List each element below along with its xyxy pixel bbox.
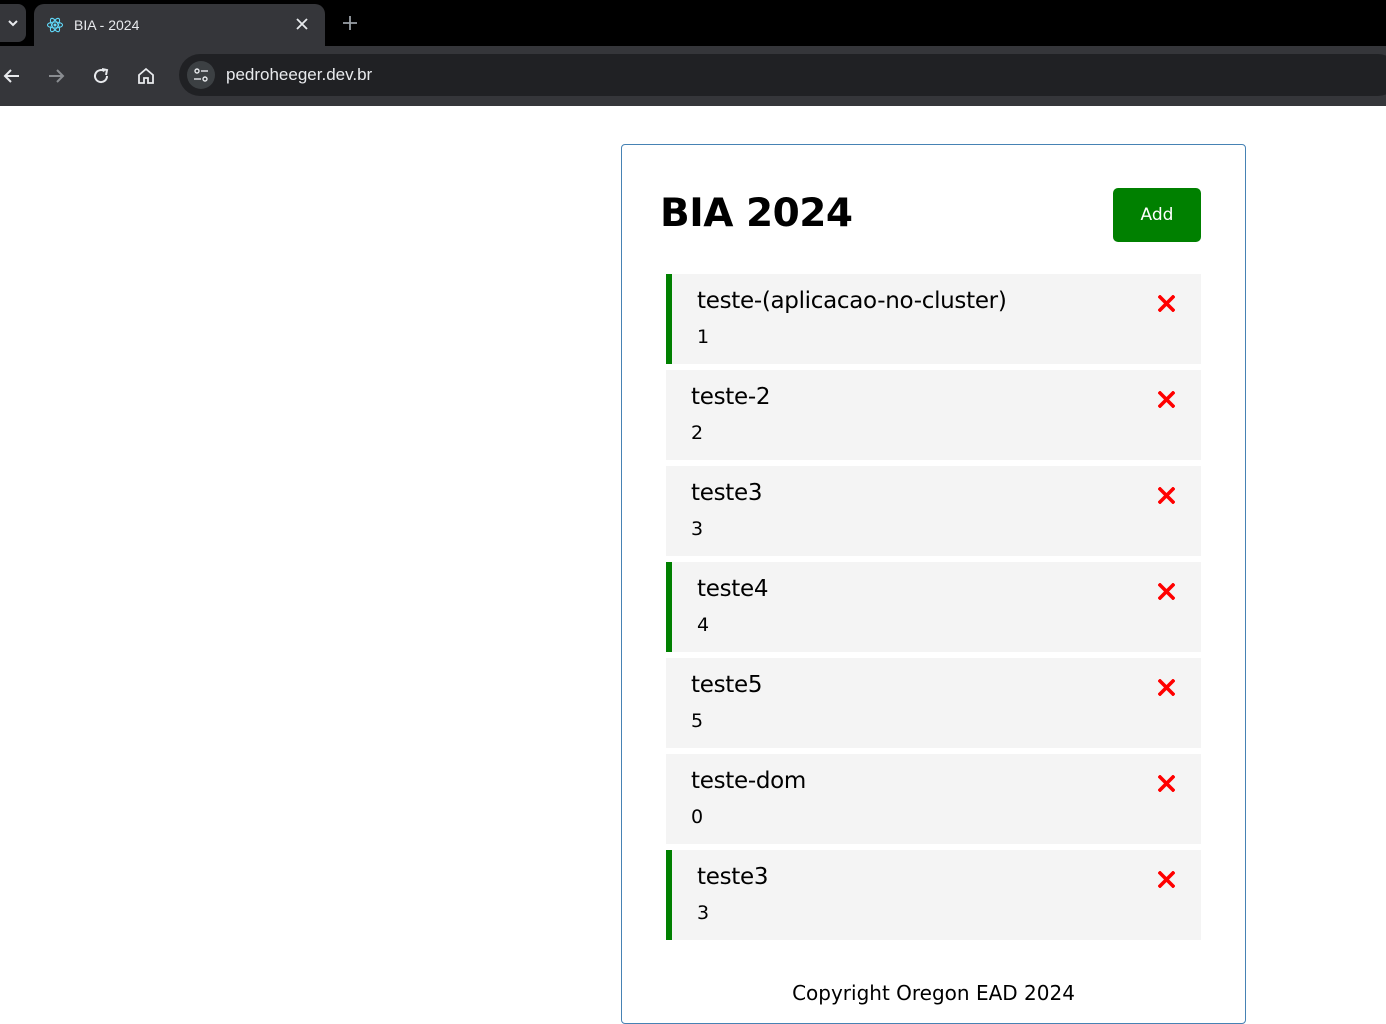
task-text: teste-dom <box>691 768 806 794</box>
close-icon[interactable] <box>293 15 311 33</box>
tab-strip: BIA - 2024 <box>0 0 1386 46</box>
task-text: teste-(aplicacao-no-cluster) <box>697 288 1007 314</box>
home-button[interactable] <box>132 62 160 90</box>
task-day: 2 <box>691 422 704 444</box>
home-icon <box>138 67 154 84</box>
back-button[interactable] <box>0 62 26 90</box>
delete-icon[interactable] <box>1155 292 1177 314</box>
task-day: 5 <box>691 710 704 732</box>
task-day: 0 <box>691 806 704 828</box>
delete-icon[interactable] <box>1155 676 1177 698</box>
new-tab-button[interactable] <box>338 11 362 35</box>
task-text: teste4 <box>697 576 769 602</box>
browser-tab[interactable]: BIA - 2024 <box>34 4 325 46</box>
browser-toolbar: pedroheeger.dev.br <box>0 46 1386 106</box>
task-text: teste3 <box>697 864 769 890</box>
task-day: 1 <box>697 326 710 348</box>
address-bar[interactable]: pedroheeger.dev.br <box>179 54 1386 96</box>
task-day: 4 <box>697 614 710 636</box>
forward-button[interactable] <box>42 62 70 90</box>
task-day: 3 <box>697 902 710 924</box>
list-item[interactable]: teste3 3 <box>666 850 1201 940</box>
arrow-left-icon <box>3 69 19 83</box>
delete-icon[interactable] <box>1155 484 1177 506</box>
reload-button[interactable] <box>87 62 115 90</box>
list-item[interactable]: teste5 5 <box>666 658 1201 748</box>
task-tracker-container: BIA 2024 Add teste-(aplicacao-no-cluster… <box>621 144 1246 1024</box>
task-day: 3 <box>691 518 704 540</box>
arrow-right-icon <box>49 69 65 83</box>
list-item[interactable]: teste-dom 0 <box>666 754 1201 844</box>
task-text: teste5 <box>691 672 763 698</box>
react-icon <box>46 16 64 34</box>
delete-icon[interactable] <box>1155 868 1177 890</box>
list-item[interactable]: teste-2 2 <box>666 370 1201 460</box>
page-title: BIA 2024 <box>660 191 853 236</box>
list-item[interactable]: teste3 3 <box>666 466 1201 556</box>
delete-icon[interactable] <box>1155 772 1177 794</box>
footer-copyright: Copyright Oregon EAD 2024 <box>792 981 1075 1005</box>
task-text: teste-2 <box>691 384 771 410</box>
url-text: pedroheeger.dev.br <box>226 65 373 84</box>
tab-title: BIA - 2024 <box>74 17 140 33</box>
delete-icon[interactable] <box>1155 388 1177 410</box>
site-info-icon[interactable] <box>187 61 215 89</box>
tab-search-button[interactable] <box>0 4 26 42</box>
add-button[interactable]: Add <box>1113 188 1201 242</box>
plus-icon <box>343 16 357 30</box>
list-item[interactable]: teste-(aplicacao-no-cluster) 1 <box>666 274 1201 364</box>
reload-icon <box>94 68 109 84</box>
chevron-down-icon <box>8 20 18 27</box>
task-text: teste3 <box>691 480 763 506</box>
task-list: teste-(aplicacao-no-cluster) 1 teste-2 2… <box>666 274 1201 946</box>
delete-icon[interactable] <box>1155 580 1177 602</box>
list-item[interactable]: teste4 4 <box>666 562 1201 652</box>
